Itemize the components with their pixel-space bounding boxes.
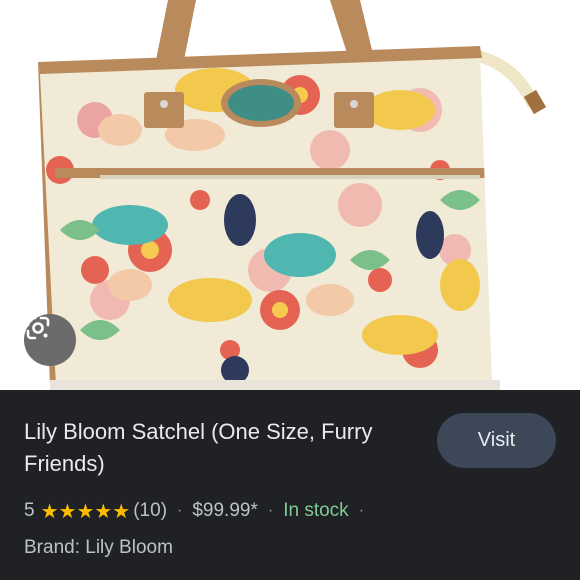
separator-dot: · [358, 502, 365, 519]
google-lens-icon [26, 316, 50, 340]
availability-status: In stock [283, 500, 349, 521]
star-rating-icon: ★★★★★ [40, 500, 131, 523]
rating-price-row: 5 ★★★★★ (10) · $99.99* · In stock · [24, 498, 374, 524]
product-title[interactable]: Lily Bloom Satchel (One Size, Furry Frie… [24, 416, 424, 480]
review-count[interactable]: (10) [133, 500, 167, 522]
product-image[interactable] [0, 0, 580, 390]
google-lens-button[interactable] [24, 314, 76, 366]
separator-dot: · [267, 502, 274, 519]
price: $99.99* [192, 500, 258, 521]
rating-value: 5 [24, 500, 35, 521]
product-info-panel: Lily Bloom Satchel (One Size, Furry Frie… [0, 390, 580, 580]
visit-button[interactable]: Visit [437, 413, 556, 468]
satchel-illustration [38, 0, 547, 390]
brand-label: Brand: Lily Bloom [24, 537, 173, 558]
separator-dot: · [177, 502, 183, 519]
